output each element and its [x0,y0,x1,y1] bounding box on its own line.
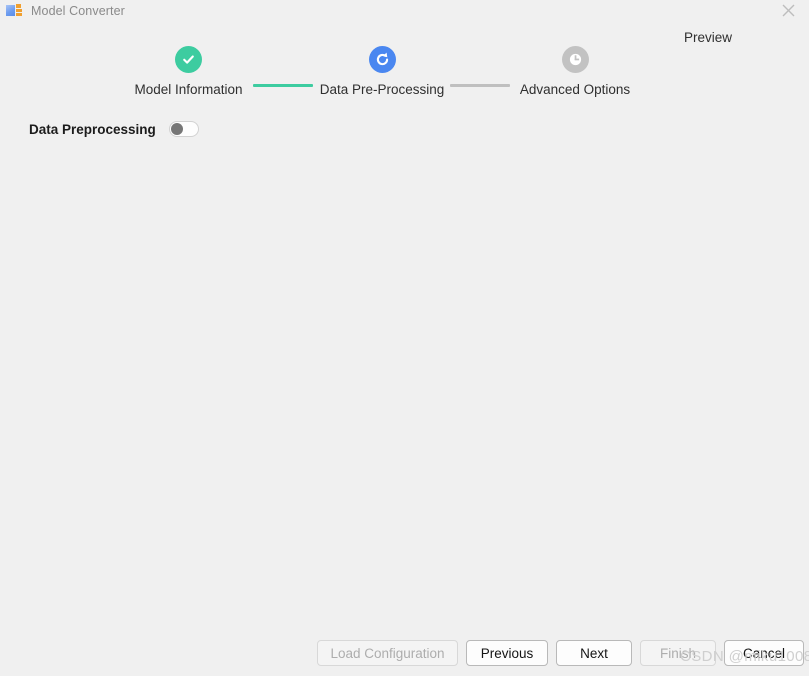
dialog-footer: Load Configuration Previous Next Finish … [0,640,809,676]
stepper-step-label: Advanced Options [519,82,631,97]
stepper-step-label: Preview [683,30,732,45]
load-configuration-button[interactable]: Load Configuration [317,640,458,666]
stepper-step-preview[interactable]: Preview [634,21,782,46]
previous-button[interactable]: Previous [466,640,548,666]
wizard-stepper: Model Information Data Pre-Processing Ad… [0,21,809,111]
finish-button[interactable]: Finish [640,640,716,666]
cancel-button[interactable]: Cancel [724,640,804,666]
refresh-icon [368,46,396,73]
clock-icon [561,46,589,73]
data-preprocessing-row: Data Preprocessing [29,118,199,140]
stepper-step-label: Model Information [134,82,243,97]
data-preprocessing-toggle[interactable] [168,121,199,137]
dialog-content: Model Information Data Pre-Processing Ad… [0,21,809,676]
next-button[interactable]: Next [556,640,632,666]
window-titlebar: Model Converter [0,0,809,21]
app-cube-icon [6,3,22,18]
close-icon[interactable] [773,0,803,21]
toggle-knob [170,123,183,135]
window-title: Model Converter [31,3,125,18]
data-preprocessing-label: Data Preprocessing [29,121,156,137]
stepper-step-advanced-options[interactable]: Advanced Options [501,21,649,98]
stepper-step-label: Data Pre-Processing [319,82,445,97]
check-icon [175,46,202,73]
stepper-step-model-information[interactable]: Model Information [104,21,273,98]
stepper-step-data-pre-processing[interactable]: Data Pre-Processing [299,21,465,98]
